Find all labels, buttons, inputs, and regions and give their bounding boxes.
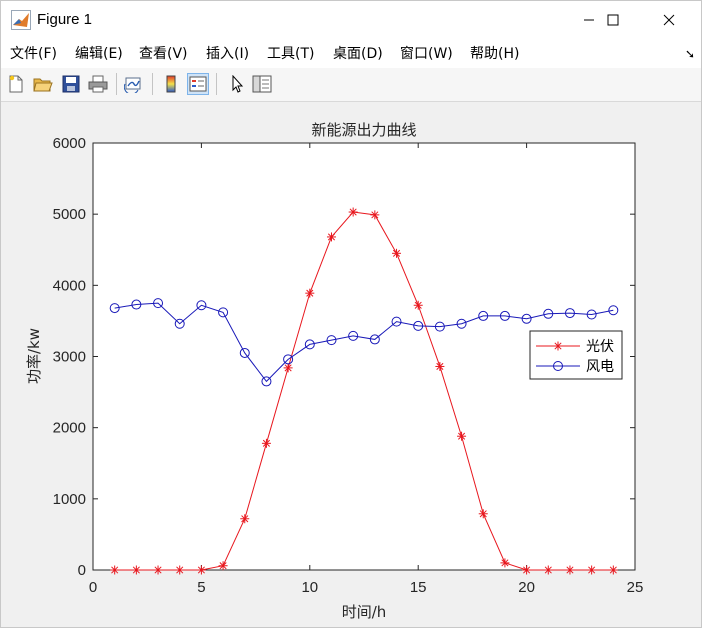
open-icon[interactable] [32,73,54,95]
data-point-pv[interactable] [370,210,380,220]
data-point-pv[interactable] [240,514,250,524]
menu-desktop[interactable]: 桌面(D) [333,44,383,64]
data-point-pv[interactable] [196,565,206,575]
new-figure-icon[interactable] [5,73,27,95]
data-point-pv[interactable] [326,232,336,242]
menu-help[interactable]: 帮助(H) [470,44,519,64]
maximize-icon [607,11,619,30]
data-point-pv[interactable] [500,558,510,568]
y-tick-label: 5000 [53,206,86,223]
insert-colorbar-icon[interactable] [160,73,182,95]
data-point-pv[interactable] [348,207,358,217]
y-tick-label: 1000 [53,491,86,508]
data-point-pv[interactable] [413,300,423,310]
maximize-button[interactable] [590,1,636,39]
x-tick-label: 20 [518,579,535,596]
x-tick-label: 10 [301,579,318,596]
property-inspector-icon[interactable] [251,73,273,95]
link-plot-icon[interactable] [123,73,145,95]
menu-insert[interactable]: 插入(I) [206,44,249,64]
x-tick-label: 5 [197,579,205,596]
x-tick-label: 25 [627,579,644,596]
close-button[interactable] [646,1,692,39]
menu-view[interactable]: 查看(V) [139,44,188,64]
data-point-pv[interactable] [435,361,445,371]
data-point-pv[interactable] [522,565,532,575]
y-tick-label: 6000 [53,135,86,152]
y-tick-label: 2000 [53,420,86,437]
x-tick-label: 0 [89,579,97,596]
toolbar-separator [216,73,217,95]
data-point-pv[interactable] [457,431,467,441]
title-bar[interactable]: Figure 1 [1,1,701,39]
insert-legend-icon[interactable] [187,73,209,95]
data-point-pv[interactable] [218,561,228,571]
data-point-pv[interactable] [261,438,271,448]
figure-window: Figure 1 文件(F) 编辑(E) 查看(V) 插入(I) 工具(T) 桌… [0,0,702,628]
data-point-pv[interactable] [608,565,618,575]
data-point-pv[interactable] [392,248,402,258]
close-icon [663,11,675,30]
y-tick-label: 4000 [53,277,86,294]
toolbar-separator [152,73,153,95]
menu-window[interactable]: 窗口(W) [400,44,453,64]
save-icon[interactable] [60,73,82,95]
figure-canvas: 新能源出力曲线 时间/h 功率/kw 0 5 10 15 20 25 0 1000 2000 30… [1,102,701,627]
toolbar [1,68,701,102]
x-axis-label: 时间/h [342,603,387,621]
dock-arrow-icon[interactable]: ➘ [685,47,695,61]
data-point-pv[interactable] [131,565,141,575]
data-point-pv[interactable] [283,363,293,373]
data-point-pv[interactable] [478,509,488,519]
print-icon[interactable] [87,73,109,95]
y-tick-label: 0 [78,562,86,579]
menu-edit[interactable]: 编辑(E) [75,44,123,64]
data-point-pv[interactable] [153,565,163,575]
data-point-pv[interactable] [175,565,185,575]
y-tick-label: 3000 [53,349,86,366]
line-chart[interactable]: 新能源出力曲线 时间/h 功率/kw 0 5 10 15 20 25 0 1000 2000 30… [1,102,701,627]
legend-label: 风电 [586,359,614,375]
menu-bar: 文件(F) 编辑(E) 查看(V) 插入(I) 工具(T) 桌面(D) 窗口(W… [1,39,701,68]
data-point-pv[interactable] [543,565,553,575]
legend-marker[interactable] [553,341,563,351]
x-tick-label: 15 [410,579,427,596]
matlab-logo-icon [11,10,31,30]
chart-title: 新能源出力曲线 [311,121,416,139]
data-point-pv[interactable] [587,565,597,575]
data-point-pv[interactable] [110,565,120,575]
y-axis-label: 功率/kw [25,328,43,384]
toolbar-separator [116,73,117,95]
window-title: Figure 1 [37,11,93,28]
legend-label: 光伏 [586,339,614,355]
menu-file[interactable]: 文件(F) [10,44,57,64]
data-point-pv[interactable] [305,288,315,298]
legend[interactable]: 光伏风电 [529,330,623,380]
edit-plot-icon[interactable] [226,73,248,95]
data-point-pv[interactable] [565,565,575,575]
menu-tools[interactable]: 工具(T) [267,44,314,64]
